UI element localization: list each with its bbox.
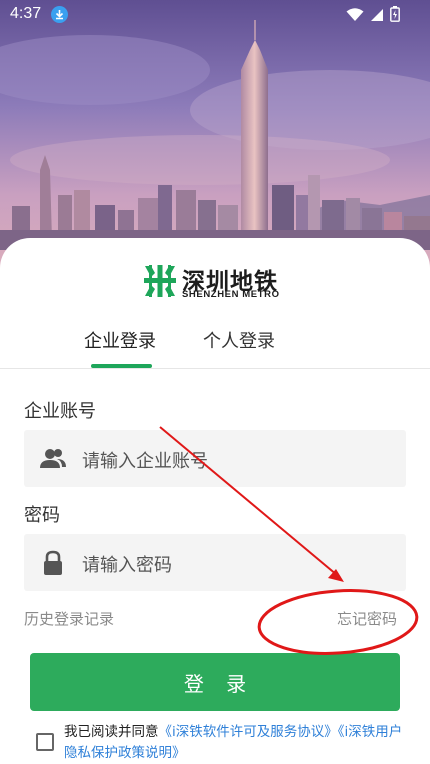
account-label: 企业账号 (24, 401, 96, 422)
login-button[interactable]: 登 录 (30, 653, 400, 711)
password-placeholder: 请输入密码 (82, 555, 172, 576)
brand-name-en: SHENZHEN METRO (182, 289, 280, 300)
battery-icon (390, 6, 400, 26)
agreement-text: 我已阅读并同意《i深铁软件许可及服务协议》《i深铁用户隐私保护政策说明》 (64, 722, 404, 764)
agreement-checkbox[interactable] (36, 733, 54, 751)
lock-icon (40, 550, 66, 576)
status-time: 4:37 (10, 5, 42, 22)
password-input[interactable]: 请输入密码 (24, 534, 406, 591)
download-icon (51, 6, 68, 23)
metro-emblem-icon (144, 265, 176, 297)
tabs-divider (0, 368, 430, 369)
signal-icon (370, 7, 384, 26)
users-icon (40, 446, 66, 472)
account-placeholder: 请输入企业账号 (82, 451, 208, 472)
password-label: 密码 (24, 505, 60, 526)
agreement-prefix: 我已阅读并同意 (64, 724, 159, 740)
wifi-icon (346, 7, 364, 26)
service-agreement-link[interactable]: 《i深铁软件许可及服务协议》 (159, 724, 338, 740)
forgot-password-link[interactable]: 忘记密码 (337, 608, 397, 629)
login-history-link[interactable]: 历史登录记录 (24, 608, 114, 629)
account-input[interactable]: 请输入企业账号 (24, 430, 406, 487)
login-screen: 4:37 深圳地铁 SHENZHEN METRO 企业登录 个人登录 企业账号 … (0, 0, 430, 764)
tab-personal-login[interactable]: 个人登录 (203, 327, 275, 353)
shenzhen-metro-logo: 深圳地铁 SHENZHEN METRO (142, 262, 292, 302)
status-bar: 4:37 (0, 0, 430, 30)
tab-enterprise-login[interactable]: 企业登录 (84, 327, 156, 353)
